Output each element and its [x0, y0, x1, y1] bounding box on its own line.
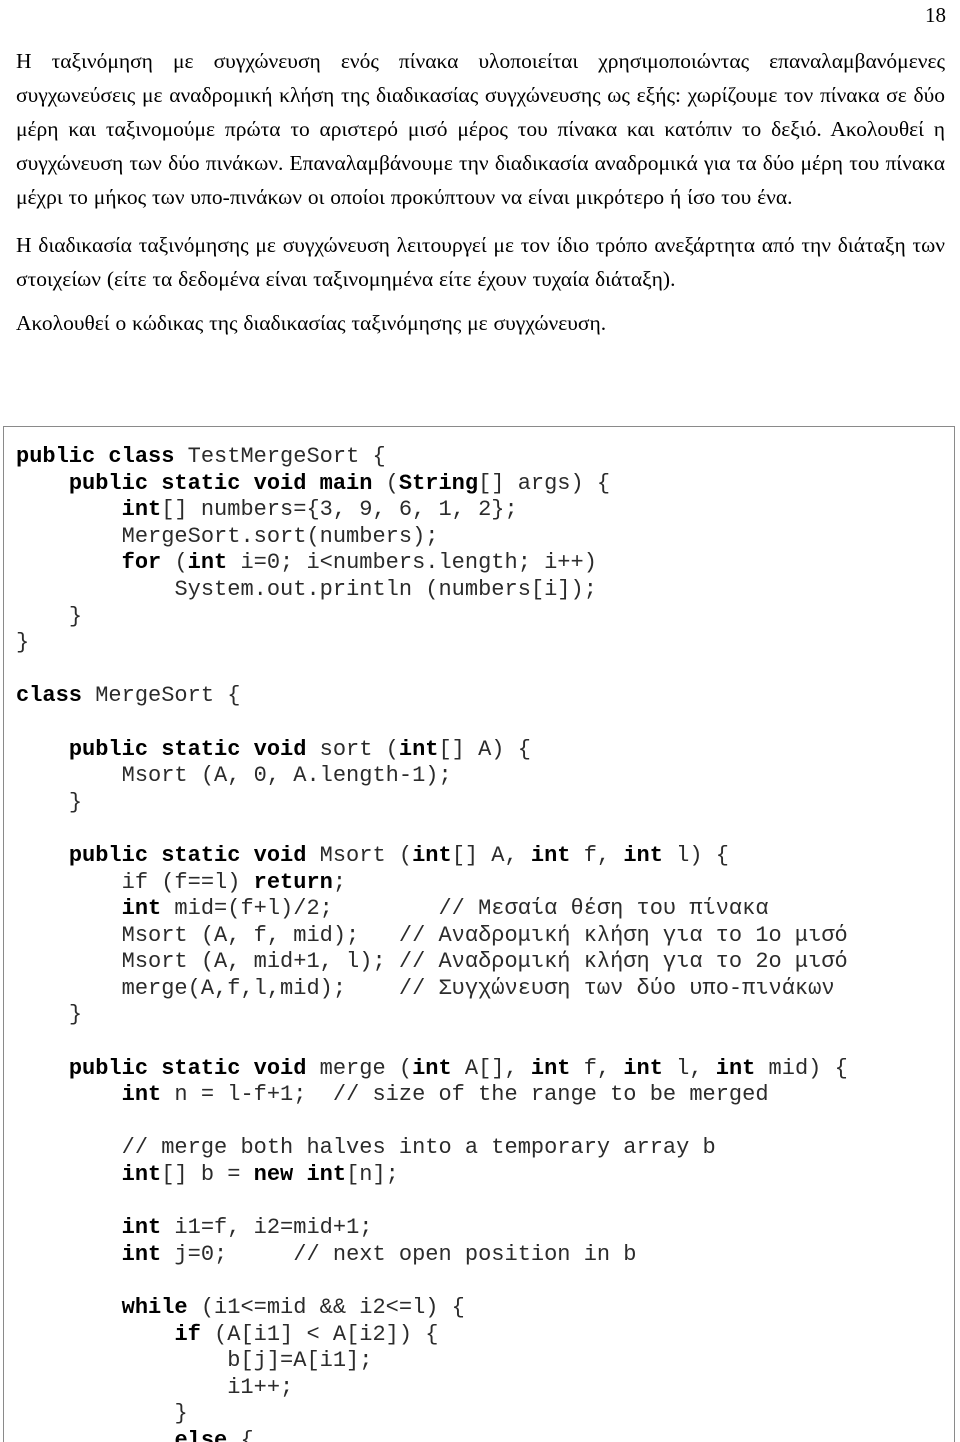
document-page: 18 Η ταξινόμηση με συγχώνευση ενός πίνακ… — [0, 0, 960, 1442]
code-listing-box: public class TestMergeSort { public stat… — [3, 426, 955, 1442]
code-listing: public class TestMergeSort { public stat… — [16, 444, 848, 1442]
page-number: 18 — [925, 3, 946, 27]
paragraph: Η ταξινόμηση με συγχώνευση ενός πίνακα υ… — [16, 49, 945, 209]
prose-block: Η ταξινόμηση με συγχώνευση ενός πίνακα υ… — [16, 44, 945, 340]
code-listing-inner: public class TestMergeSort { public stat… — [16, 444, 954, 1442]
paragraph: Ακολουθεί ο κώδικας της διαδικασίας ταξι… — [16, 311, 607, 335]
paragraph: Η διαδικασία ταξινόμησης με συγχώνευση λ… — [16, 233, 945, 291]
